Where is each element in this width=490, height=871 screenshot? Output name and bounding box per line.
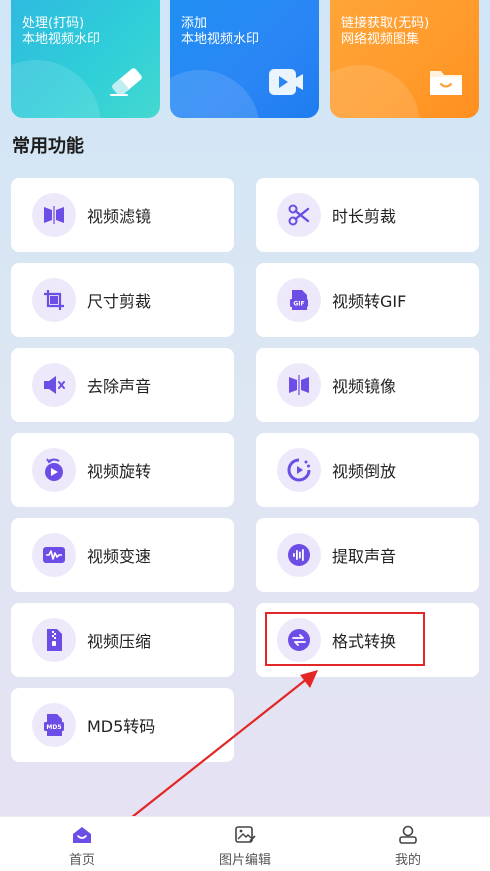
tab-home[interactable]: 首页	[22, 817, 142, 871]
card-link-fetch[interactable]: 链接获取(无码) 网络视频图集	[330, 0, 479, 118]
tab-label: 图片编辑	[218, 853, 271, 868]
tool-video-compress[interactable]: 视频压缩	[11, 603, 234, 677]
card-title: 链接获取(无码)	[341, 16, 430, 31]
image-edit-icon	[235, 826, 256, 843]
tab-profile[interactable]: 我的	[348, 817, 468, 871]
tab-label: 首页	[68, 853, 95, 868]
svg-text:MD5: MD5	[46, 724, 61, 731]
mirror-icon	[277, 363, 321, 407]
mute-icon	[32, 363, 76, 407]
md5-icon: MD5	[32, 703, 76, 747]
eraser-icon	[110, 68, 142, 96]
rotate-icon	[32, 448, 76, 492]
card-subtitle: 网络视频图集	[341, 32, 420, 47]
tool-label: 时长剪裁	[332, 207, 397, 226]
tool-video-reverse[interactable]: 视频倒放	[256, 433, 479, 507]
tool-size-crop[interactable]: 尺寸剪裁	[11, 263, 234, 337]
card-title: 处理(打码)	[22, 16, 85, 31]
tool-duration-trim[interactable]: 时长剪裁	[256, 178, 479, 252]
card-local-watermark-remove[interactable]: 处理(打码) 本地视频水印	[11, 0, 160, 118]
home-icon	[73, 827, 91, 843]
card-decoration	[170, 70, 260, 118]
tool-video-filter[interactable]: 视频滤镜	[11, 178, 234, 252]
tool-label: 尺寸剪裁	[87, 292, 152, 311]
tool-video-to-gif[interactable]: GIF 视频转GIF	[256, 263, 479, 337]
card-subtitle: 本地视频水印	[181, 32, 260, 47]
tool-remove-sound[interactable]: 去除声音	[11, 348, 234, 422]
tool-label: MD5转码	[87, 717, 156, 736]
video-filter-icon	[32, 193, 76, 237]
tool-video-mirror[interactable]: 视频镜像	[256, 348, 479, 422]
highlight-box	[265, 612, 425, 666]
profile-icon	[399, 825, 417, 844]
tab-label: 我的	[394, 853, 421, 868]
card-local-watermark-add[interactable]: 添加 本地视频水印	[170, 0, 319, 118]
crop-icon	[32, 278, 76, 322]
section-title: 常用功能	[12, 136, 84, 157]
tool-label: 视频镜像	[332, 377, 397, 396]
scissors-icon	[277, 193, 321, 237]
gif-icon: GIF	[277, 278, 321, 322]
tool-label: 提取声音	[332, 547, 397, 566]
tool-video-speed[interactable]: 视频变速	[11, 518, 234, 592]
zip-icon	[32, 618, 76, 662]
tool-label: 视频旋转	[87, 462, 152, 481]
tool-label: 视频压缩	[87, 632, 152, 651]
card-decoration	[330, 65, 420, 118]
tool-label: 视频转GIF	[332, 292, 407, 311]
tool-md5-transcode[interactable]: MD5 MD5转码	[11, 688, 234, 762]
folder-icon	[430, 71, 462, 95]
speed-wave-icon	[32, 533, 76, 577]
tool-label: 视频变速	[87, 547, 152, 566]
tool-extract-audio[interactable]: 提取声音	[256, 518, 479, 592]
bottom-tab-bar: 首页 图片编辑 我的	[0, 816, 490, 871]
video-camera-icon	[269, 69, 303, 95]
audio-extract-icon	[277, 533, 321, 577]
tab-image-edit[interactable]: 图片编辑	[185, 817, 305, 871]
top-cards: 处理(打码) 本地视频水印 添加 本地视频水印 链接获取(无码) 网络视频图集	[0, 0, 490, 118]
card-subtitle: 本地视频水印	[22, 32, 101, 47]
reverse-icon	[277, 448, 321, 492]
tool-label: 去除声音	[87, 377, 152, 396]
tool-label: 视频滤镜	[87, 207, 152, 226]
tool-video-rotate[interactable]: 视频旋转	[11, 433, 234, 507]
tool-label: 视频倒放	[332, 462, 397, 481]
card-title: 添加	[181, 16, 208, 31]
card-decoration	[11, 60, 101, 118]
svg-text:GIF: GIF	[293, 301, 304, 308]
